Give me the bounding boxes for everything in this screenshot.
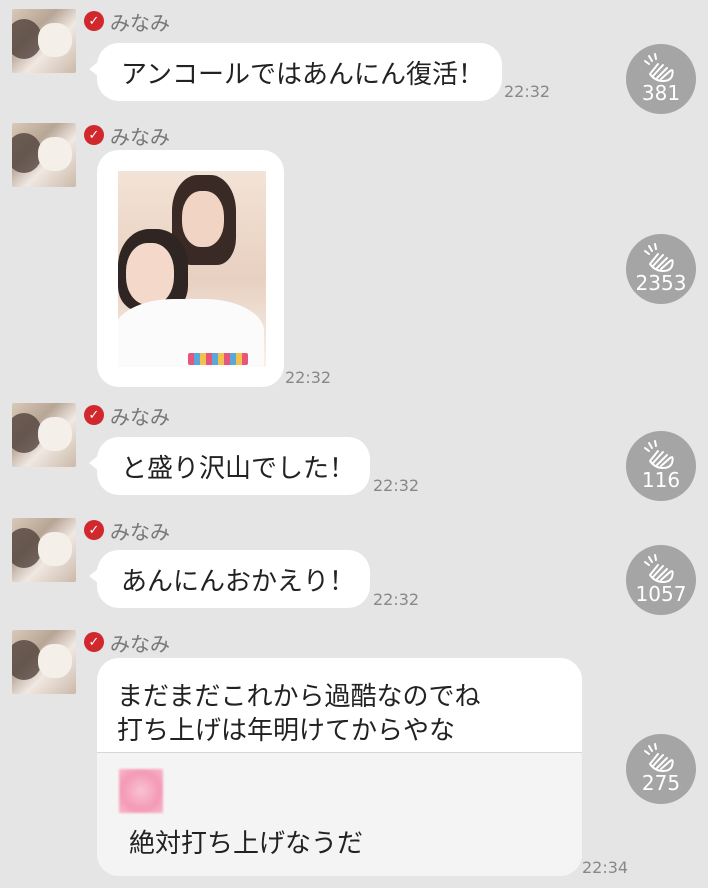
- sender-name-row: ✓ みなみ: [84, 630, 170, 656]
- check-badge-icon: ✓: [84, 125, 104, 145]
- avatar-cat: [38, 644, 72, 678]
- photo-person-face: [182, 191, 224, 247]
- avatar[interactable]: [12, 123, 76, 187]
- clap-count: 2353: [635, 271, 687, 295]
- photo-message-bubble[interactable]: [97, 150, 284, 387]
- avatar[interactable]: [12, 403, 76, 467]
- avatar[interactable]: [12, 9, 76, 73]
- clap-hands-icon: [642, 553, 680, 583]
- sender-name-row: ✓ みなみ: [84, 518, 170, 544]
- photo-person-face: [126, 243, 174, 305]
- sender-name: みなみ: [110, 10, 170, 35]
- message-bubble[interactable]: アンコールではあんにん復活！: [89, 43, 502, 101]
- check-badge-icon: ✓: [84, 520, 104, 540]
- clap-hands-icon: [642, 439, 680, 469]
- photo-shirt-pattern: [188, 353, 248, 365]
- avatar-cat: [38, 417, 72, 451]
- avatar-cat: [38, 23, 72, 57]
- message-time: 22:32: [285, 368, 332, 387]
- clap-button[interactable]: 381: [626, 44, 696, 114]
- sender-name: みなみ: [110, 124, 170, 149]
- avatar[interactable]: [12, 518, 76, 582]
- check-badge-icon: ✓: [84, 632, 104, 652]
- sender-name: みなみ: [110, 519, 170, 544]
- message-time: 22:32: [373, 476, 420, 495]
- quote-text: 絶対打ち上げなうだ: [129, 829, 364, 859]
- message-bubble[interactable]: あんにんおかえり！: [89, 550, 370, 608]
- message-text: あんにんおかえり！: [121, 566, 356, 597]
- message-text-line: まだまだこれから過酷なのでね: [117, 682, 481, 712]
- clap-button[interactable]: 2353: [626, 234, 696, 304]
- photo-image[interactable]: [118, 171, 266, 367]
- sender-name: みなみ: [110, 404, 170, 429]
- message-bubble[interactable]: と盛り沢山でした！: [89, 437, 370, 495]
- clap-button[interactable]: 275: [626, 734, 696, 804]
- clap-hands-icon: [642, 242, 680, 272]
- clap-hands-icon: [642, 52, 680, 82]
- check-badge-icon: ✓: [84, 405, 104, 425]
- message-bubble-with-quote[interactable]: まだまだこれから過酷なのでね 打ち上げは年明けてからやな 絶対打ち上げなうだ: [97, 658, 582, 876]
- sender-name-row: ✓ みなみ: [84, 123, 170, 149]
- quote-thumbnail: [119, 769, 163, 813]
- message-time: 22:32: [504, 82, 551, 101]
- sender-name-row: ✓ みなみ: [84, 403, 170, 429]
- check-badge-icon: ✓: [84, 11, 104, 31]
- sender-name: みなみ: [110, 631, 170, 656]
- clap-count: 275: [641, 771, 681, 795]
- avatar-cat: [38, 532, 72, 566]
- message-text: アンコールではあんにん復活！: [121, 59, 484, 90]
- avatar[interactable]: [12, 630, 76, 694]
- clap-hands-icon: [642, 742, 680, 772]
- clap-count: 381: [641, 81, 681, 105]
- clap-count: 116: [641, 468, 681, 492]
- message-text: と盛り沢山でした！: [121, 453, 356, 484]
- sender-name-row: ✓ みなみ: [84, 9, 170, 35]
- avatar-cat: [38, 137, 72, 171]
- message-time: 22:34: [582, 858, 629, 877]
- quoted-reply[interactable]: 絶対打ち上げなうだ: [97, 752, 582, 876]
- clap-button[interactable]: 1057: [626, 545, 696, 615]
- message-time: 22:32: [373, 590, 420, 609]
- clap-count: 1057: [635, 582, 687, 606]
- clap-button[interactable]: 116: [626, 431, 696, 501]
- message-text-line: 打ち上げは年明けてからやな: [117, 716, 456, 746]
